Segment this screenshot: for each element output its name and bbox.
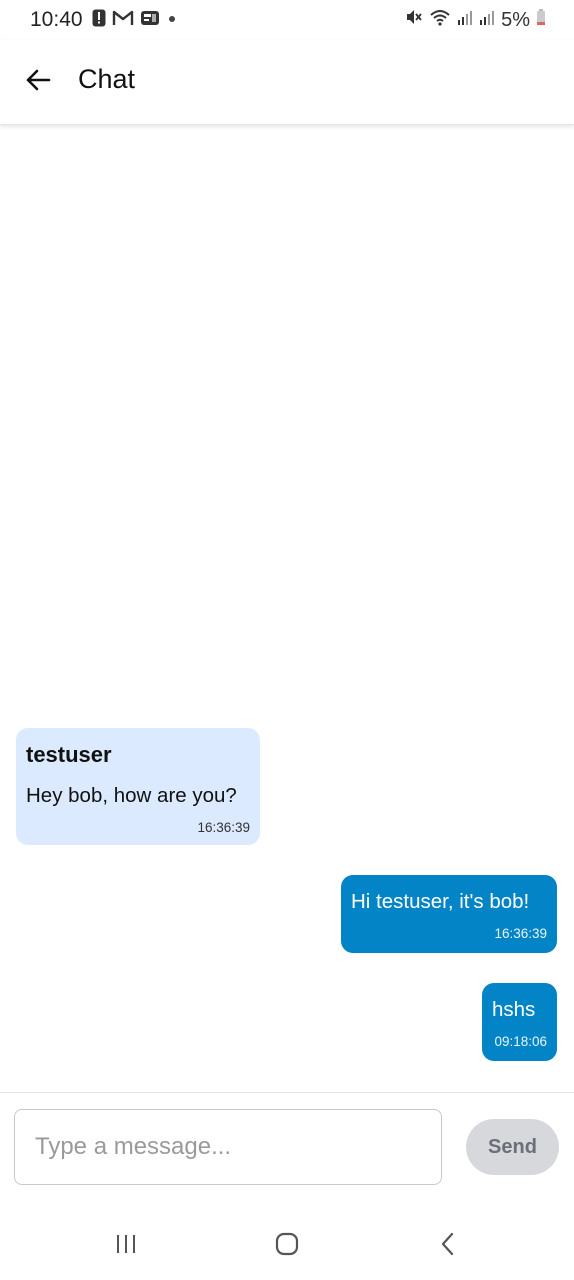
dot-icon <box>166 9 178 32</box>
message-composer: Send <box>0 1092 574 1203</box>
message-input[interactable] <box>14 1109 442 1185</box>
signal-icon <box>457 8 473 32</box>
page-title: Chat <box>78 64 136 94</box>
message-bubble-incoming: testuser Hey bob, how are you? 16:36:39 <box>16 728 260 845</box>
back-button[interactable] <box>18 62 58 102</box>
alert-icon <box>92 9 106 32</box>
status-bar: 10:40 5% <box>0 0 574 40</box>
mute-icon <box>405 8 423 32</box>
message-time: 16:36:39 <box>494 926 547 941</box>
signal-icon <box>479 8 495 32</box>
message-sender: testuser <box>26 742 112 767</box>
battery-icon <box>536 8 546 32</box>
status-left-icons <box>92 9 178 32</box>
recent-apps-icon <box>114 1233 138 1260</box>
message-text: hshs <box>492 998 536 1021</box>
status-right-icons: 5% <box>405 8 546 32</box>
status-time: 10:40 <box>30 8 83 31</box>
message-bubble-outgoing: Hi testuser, it's bob! 16:36:39 <box>341 875 557 953</box>
message-text: Hey bob, how are you? <box>26 784 237 807</box>
home-icon <box>274 1231 300 1262</box>
news-icon <box>140 9 160 32</box>
gmail-icon <box>112 9 134 32</box>
system-nav-bar <box>0 1202 574 1280</box>
message-bubble-outgoing: hshs 09:18:06 <box>482 983 557 1061</box>
app-bar: Chat <box>0 40 574 125</box>
message-time: 09:18:06 <box>494 1034 547 1049</box>
back-icon <box>438 1231 458 1262</box>
battery-percentage: 5% <box>501 8 530 31</box>
message-list: testuser Hey bob, how are you? 16:36:39 … <box>0 126 574 1092</box>
message-time: 16:36:39 <box>197 820 250 835</box>
home-button[interactable] <box>263 1224 311 1268</box>
send-button[interactable]: Send <box>466 1119 559 1175</box>
arrow-left-icon <box>25 68 51 97</box>
message-text: Hi testuser, it's bob! <box>351 890 530 913</box>
nav-back-button[interactable] <box>424 1224 472 1268</box>
recent-apps-button[interactable] <box>102 1224 150 1268</box>
wifi-icon <box>429 8 451 32</box>
